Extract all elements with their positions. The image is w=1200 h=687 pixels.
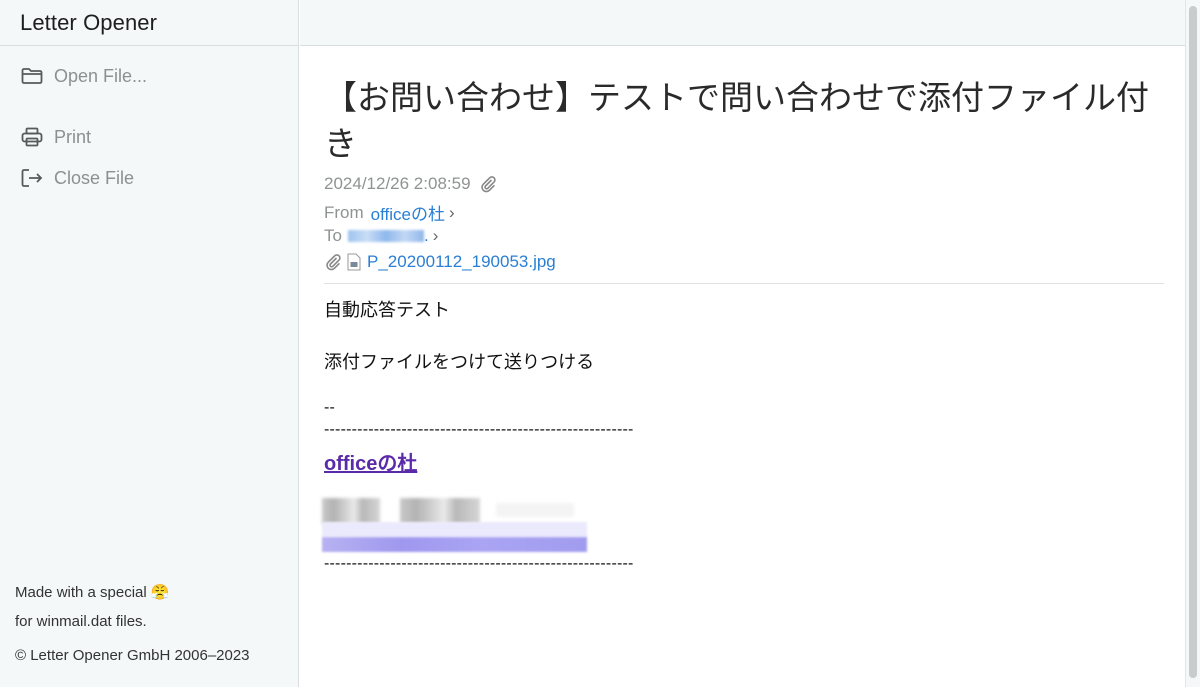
open-file-button[interactable]: Open File...	[20, 64, 147, 88]
attachment-row: P_20200112_190053.jpg	[324, 252, 556, 272]
signature-dash-line-bottom: ----------------------------------------…	[324, 555, 634, 572]
to-chevron-icon[interactable]: ›	[433, 226, 439, 246]
attachment-link[interactable]: P_20200112_190053.jpg	[367, 252, 556, 272]
image-file-icon	[347, 253, 361, 271]
toolbar	[300, 0, 1185, 46]
scrollbar-thumb[interactable]	[1189, 6, 1197, 678]
from-label: From	[324, 202, 364, 222]
to-recipient-suffix: .	[423, 226, 429, 245]
body-line-1: 自動応答テスト	[324, 300, 450, 320]
header-divider	[324, 283, 1164, 284]
email-from-row: From officeの杜 ›	[324, 200, 455, 225]
print-label: Print	[54, 126, 92, 147]
paperclip-icon	[479, 175, 497, 193]
close-file-button[interactable]: Close File	[20, 166, 134, 190]
sidebar: Letter Opener Open File... Print Close F…	[0, 0, 299, 687]
folder-icon	[20, 64, 44, 88]
email-date: 2024/12/26 2:08:59	[324, 174, 471, 193]
email-subject: 【お問い合わせ】テストで問い合わせで添付ファイル付き	[324, 79, 1149, 162]
sidebar-header: Letter Opener	[0, 0, 298, 46]
email-to-row: To . ›	[324, 226, 438, 246]
signature-link[interactable]: officeの杜	[324, 447, 417, 476]
close-file-label: Close File	[54, 167, 135, 188]
signature-dash-line-top: ----------------------------------------…	[324, 421, 634, 438]
email-date-row: 2024/12/26 2:08:59	[324, 174, 497, 194]
to-recipient-redacted[interactable]	[347, 228, 424, 244]
print-button[interactable]: Print	[20, 125, 91, 149]
from-chevron-icon[interactable]: ›	[449, 203, 455, 223]
to-label: To	[324, 226, 342, 245]
scrollbar[interactable]	[1185, 0, 1200, 687]
open-file-label: Open File...	[54, 65, 148, 86]
footer-tagline-1: Made with a special 😤	[15, 584, 170, 601]
body-line-2: 添付ファイルをつけて送りつける	[324, 352, 595, 372]
app-title: Letter Opener	[20, 9, 158, 35]
paperclip-icon	[324, 253, 342, 271]
printer-icon	[20, 125, 44, 149]
signature-marker: --	[324, 399, 336, 416]
logout-icon	[20, 166, 44, 190]
from-sender-link[interactable]: officeの杜	[371, 200, 445, 225]
footer-copyright: © Letter Opener GmbH 2006–2023	[15, 647, 250, 664]
email-view: 【お問い合わせ】テストで問い合わせで添付ファイル付き 2024/12/26 2:…	[300, 47, 1185, 687]
footer-tagline-2: for winmail.dat files.	[15, 613, 147, 630]
